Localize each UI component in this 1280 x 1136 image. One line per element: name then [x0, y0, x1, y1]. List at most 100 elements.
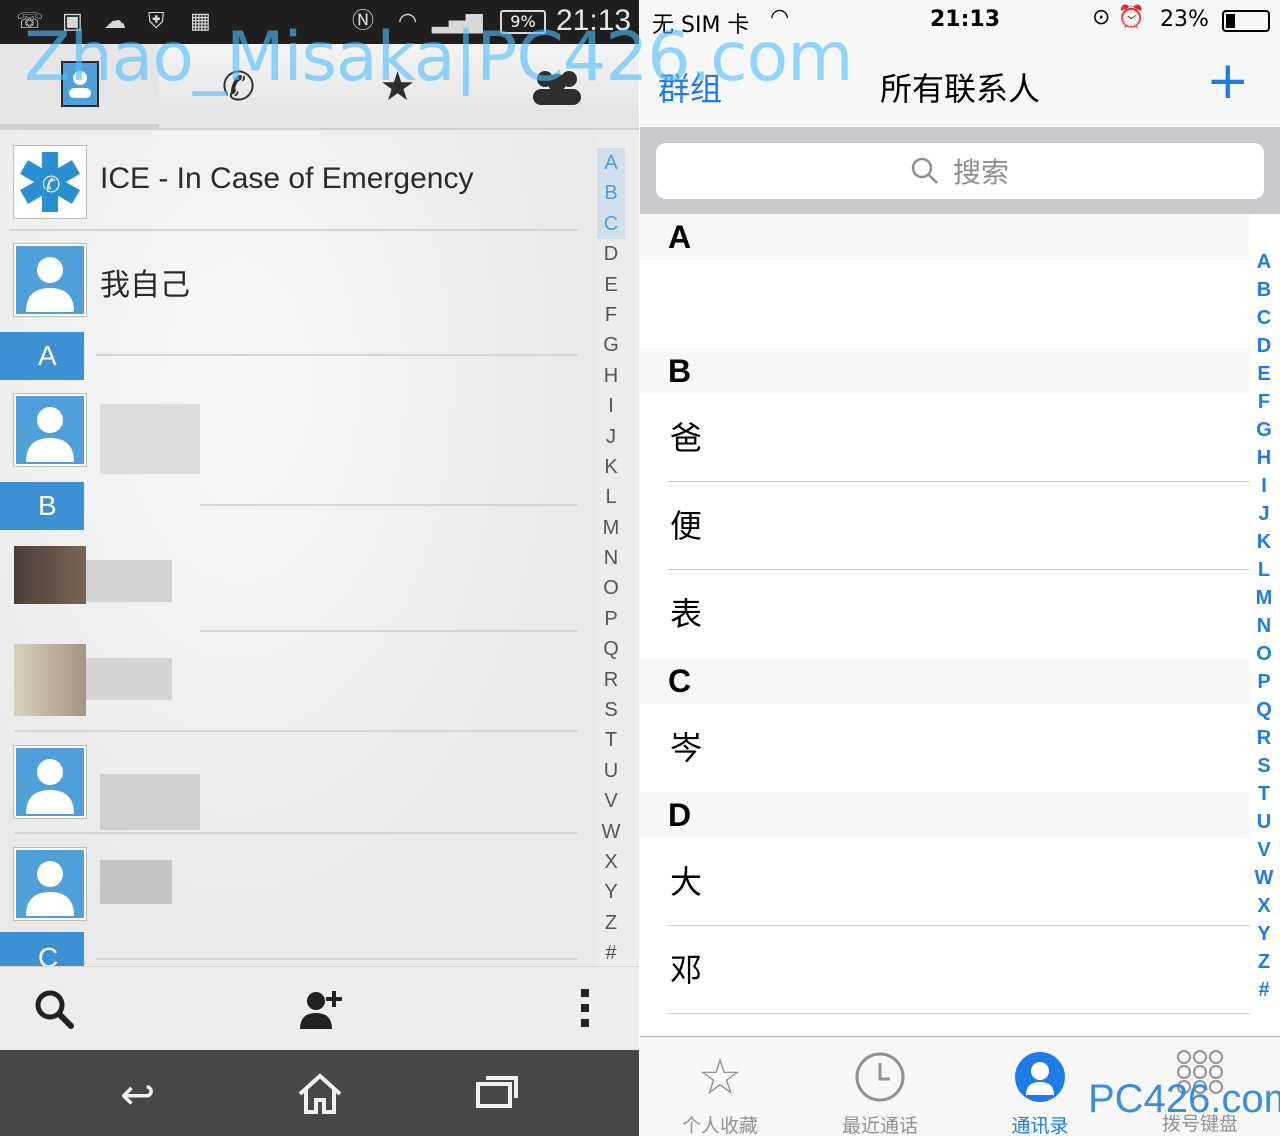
- index-letter[interactable]: Q: [597, 634, 625, 664]
- index-letter[interactable]: O: [597, 573, 625, 603]
- contact-row[interactable]: 大: [640, 838, 1250, 926]
- tab-call-log[interactable]: ✆: [159, 44, 318, 130]
- index-letter[interactable]: A: [597, 148, 625, 179]
- index-letter[interactable]: U: [597, 756, 625, 786]
- index-letter[interactable]: S: [1250, 752, 1278, 780]
- index-letter[interactable]: B: [597, 178, 625, 209]
- index-letter[interactable]: #: [597, 938, 625, 968]
- index-letter[interactable]: W: [597, 817, 625, 847]
- index-letter[interactable]: S: [597, 695, 625, 725]
- tab-label: 个人收藏: [681, 1115, 758, 1136]
- ios-alphabet-index[interactable]: A B C D E F G H I J K L M N O P Q R S T U V W X Y Z #: [1250, 248, 1278, 1004]
- tab-favorites[interactable]: ★: [318, 44, 477, 130]
- index-letter[interactable]: E: [1250, 360, 1278, 388]
- index-letter[interactable]: Z: [597, 908, 625, 938]
- index-letter[interactable]: M: [1250, 584, 1278, 612]
- ice-avatar: ✆: [14, 146, 86, 218]
- index-letter[interactable]: P: [1250, 668, 1278, 696]
- index-letter[interactable]: G: [1250, 416, 1278, 444]
- index-letter[interactable]: Z: [1250, 948, 1278, 976]
- blurred-name: [100, 774, 200, 830]
- ios-screen: 无 SIM 卡 ◠ 21:13 ⊙ ⏰ 23% 群组 所有联系人 + 搜索 AB…: [640, 0, 1280, 1136]
- back-icon[interactable]: ↩: [120, 1070, 155, 1119]
- index-letter[interactable]: R: [597, 665, 625, 695]
- index-letter[interactable]: I: [597, 391, 625, 421]
- index-letter[interactable]: L: [597, 482, 625, 512]
- index-letter[interactable]: V: [597, 786, 625, 816]
- section-a-badge: A: [0, 332, 84, 380]
- index-letter[interactable]: A: [1250, 248, 1278, 276]
- index-letter[interactable]: E: [597, 270, 625, 300]
- contact-row[interactable]: [0, 394, 590, 474]
- index-letter[interactable]: X: [1250, 892, 1278, 920]
- index-letter[interactable]: Y: [1250, 920, 1278, 948]
- tab-recents[interactable]: 最近通话: [800, 1047, 960, 1136]
- recent-apps-icon[interactable]: [476, 1074, 520, 1110]
- index-letter[interactable]: T: [597, 725, 625, 755]
- blurred-name: [100, 860, 172, 904]
- ios-contact-list[interactable]: A B爸便表C岑D大邓: [640, 214, 1250, 1036]
- index-letter[interactable]: N: [597, 543, 625, 573]
- contact-row[interactable]: 表: [640, 570, 1250, 658]
- overflow-menu-icon[interactable]: [578, 989, 592, 1029]
- me-row[interactable]: 我自己: [0, 244, 590, 328]
- index-letter[interactable]: J: [597, 422, 625, 452]
- index-letter[interactable]: T: [1250, 780, 1278, 808]
- contact-row[interactable]: 便: [640, 482, 1250, 570]
- index-letter[interactable]: W: [1250, 864, 1278, 892]
- tab-groups[interactable]: [477, 44, 636, 130]
- contact-row[interactable]: 邓: [640, 926, 1250, 1014]
- contacts-icon: [1015, 1052, 1065, 1102]
- index-letter[interactable]: I: [1250, 472, 1278, 500]
- index-letter[interactable]: F: [1250, 388, 1278, 416]
- index-letter[interactable]: U: [1250, 808, 1278, 836]
- contact-row[interactable]: [0, 746, 590, 830]
- shield-icon: ⛨: [148, 9, 165, 34]
- divider: [200, 504, 578, 506]
- index-letter[interactable]: #: [1250, 976, 1278, 1004]
- index-letter[interactable]: V: [1250, 836, 1278, 864]
- index-letter[interactable]: P: [597, 604, 625, 634]
- index-letter[interactable]: Y: [597, 877, 625, 907]
- index-letter[interactable]: K: [1250, 528, 1278, 556]
- index-letter[interactable]: G: [597, 330, 625, 360]
- index-letter[interactable]: N: [1250, 612, 1278, 640]
- index-letter[interactable]: F: [597, 300, 625, 330]
- search-input[interactable]: 搜索: [656, 143, 1264, 199]
- index-letter[interactable]: D: [1250, 332, 1278, 360]
- android-contact-list[interactable]: ✆ ICE - In Case of Emergency 我自己 A B C: [0, 132, 595, 966]
- search-bar-container: 搜索: [640, 128, 1280, 214]
- add-contact-icon[interactable]: [298, 987, 344, 1031]
- avatar: [14, 746, 86, 818]
- index-letter[interactable]: H: [597, 361, 625, 391]
- index-letter[interactable]: K: [597, 452, 625, 482]
- tab-contacts[interactable]: [0, 44, 159, 130]
- ice-row[interactable]: ✆ ICE - In Case of Emergency: [0, 132, 590, 230]
- index-letter[interactable]: M: [597, 513, 625, 543]
- empty-contact-row[interactable]: [640, 260, 1250, 348]
- index-letter[interactable]: X: [597, 847, 625, 877]
- index-letter[interactable]: L: [1250, 556, 1278, 584]
- index-letter[interactable]: D: [597, 239, 625, 269]
- android-alphabet-index[interactable]: A B C D E F G H I J K L M N O P Q R S T U V W X Y Z #: [597, 148, 625, 969]
- contact-row[interactable]: 岑: [640, 704, 1250, 792]
- home-icon[interactable]: [296, 1072, 344, 1116]
- divider: [14, 730, 578, 732]
- index-letter[interactable]: C: [1250, 304, 1278, 332]
- index-letter[interactable]: O: [1250, 640, 1278, 668]
- add-contact-button[interactable]: +: [1206, 55, 1250, 107]
- index-letter[interactable]: C: [597, 208, 625, 240]
- image-icon: ▣: [62, 9, 83, 34]
- tab-label: 最近通话: [841, 1115, 918, 1136]
- contact-row[interactable]: 爸: [640, 394, 1250, 482]
- section-c-badge: C: [0, 932, 84, 966]
- index-letter[interactable]: B: [1250, 276, 1278, 304]
- index-letter[interactable]: J: [1250, 500, 1278, 528]
- tab-favorites[interactable]: ☆ 个人收藏: [640, 1047, 800, 1136]
- index-letter[interactable]: Q: [1250, 696, 1278, 724]
- index-letter[interactable]: R: [1250, 724, 1278, 752]
- divider: [14, 832, 578, 834]
- contact-row[interactable]: [0, 848, 590, 924]
- index-letter[interactable]: H: [1250, 444, 1278, 472]
- search-icon[interactable]: [34, 989, 74, 1029]
